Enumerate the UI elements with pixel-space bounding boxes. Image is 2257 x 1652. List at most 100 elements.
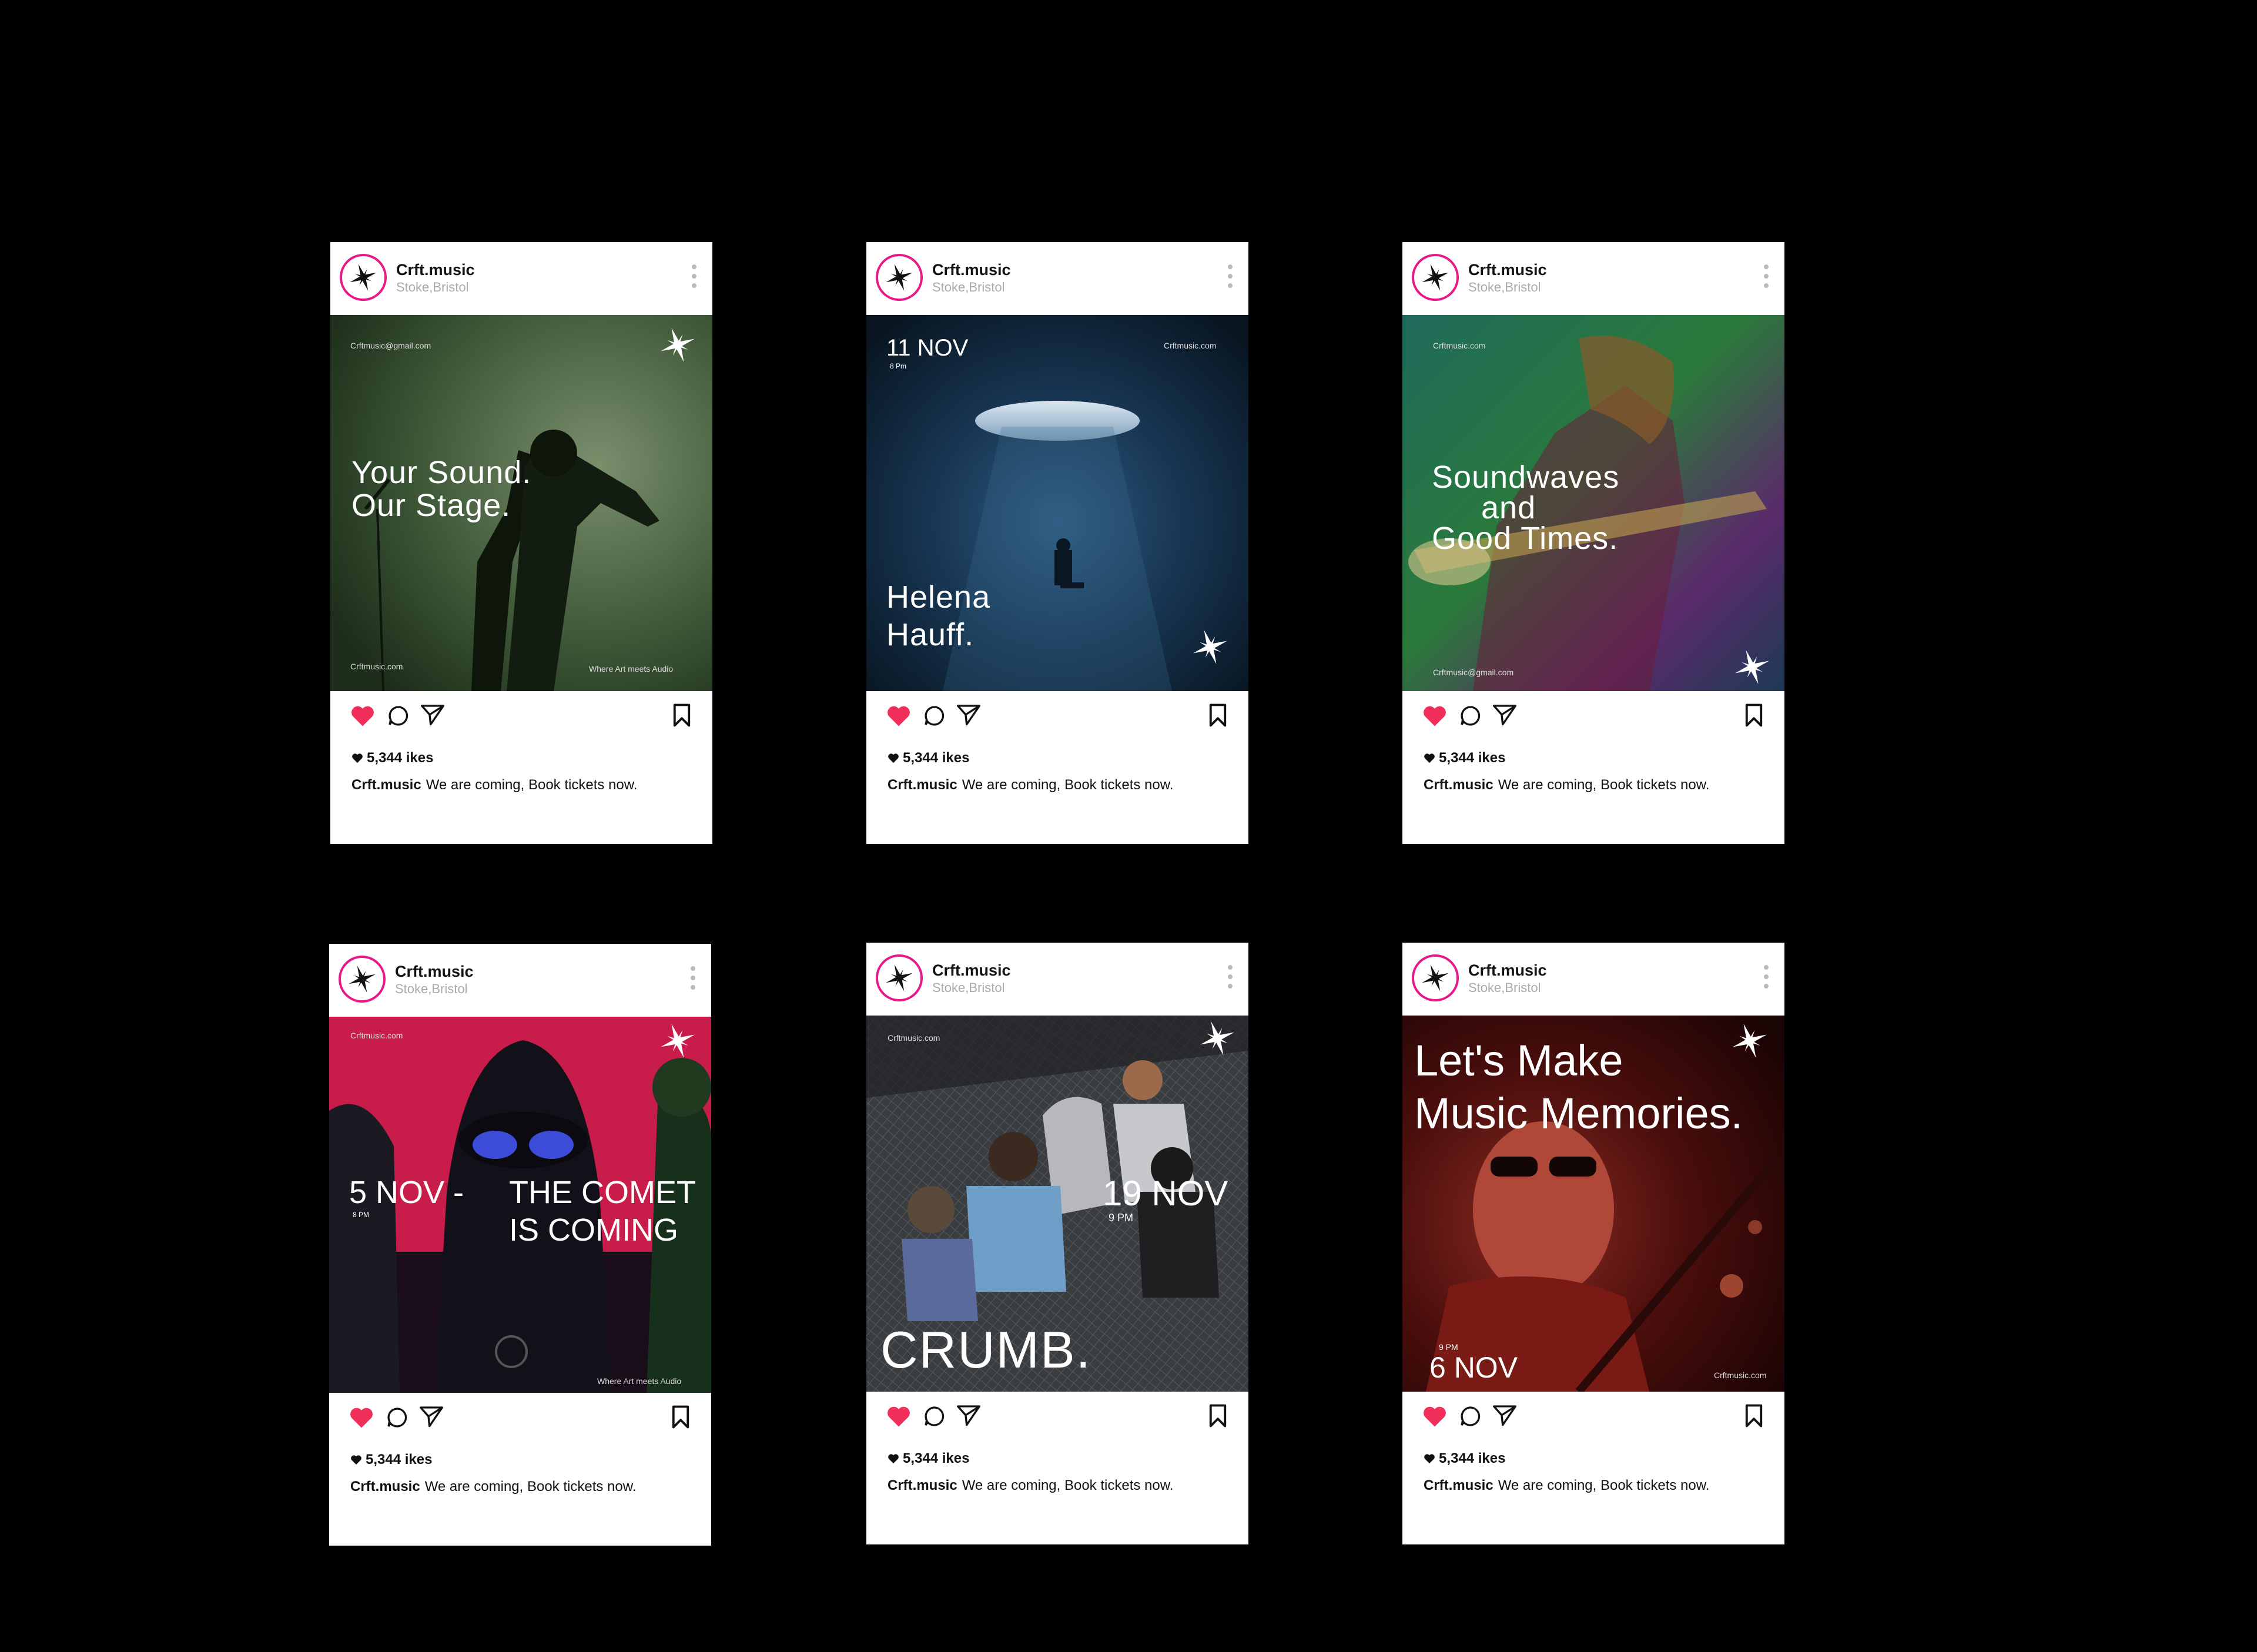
comment-icon[interactable] bbox=[923, 704, 946, 728]
account-name[interactable]: Crft.music bbox=[932, 261, 1011, 279]
post-caption: Crft.music We are coming, Book tickets no… bbox=[888, 1477, 1173, 1494]
caption-text: We are coming, Book tickets now. bbox=[962, 777, 1174, 793]
avatar[interactable] bbox=[876, 954, 923, 1001]
likes-count: 5,344 ikes bbox=[350, 1452, 432, 1468]
bookmark-icon[interactable] bbox=[1744, 703, 1763, 728]
event-time: 8 Pm bbox=[890, 362, 907, 370]
post-headline-line3: Good Times. bbox=[1432, 521, 1619, 556]
post-actions bbox=[1402, 1392, 1784, 1439]
more-options-icon[interactable] bbox=[690, 966, 696, 992]
post-actions bbox=[866, 1392, 1248, 1439]
more-options-icon[interactable] bbox=[1763, 264, 1769, 290]
post-headline-line2: and bbox=[1481, 490, 1536, 525]
post-image: 11 NOV 8 Pm Crftmusic.com Helena Hauff. bbox=[866, 315, 1248, 691]
caption-user[interactable]: Crft.music bbox=[1424, 777, 1493, 793]
caption-user[interactable]: Crft.music bbox=[350, 1479, 420, 1494]
heart-icon[interactable] bbox=[349, 1406, 374, 1429]
mini-heart-icon bbox=[888, 753, 899, 763]
caption-user[interactable]: Crft.music bbox=[1424, 1477, 1493, 1493]
send-icon[interactable] bbox=[956, 703, 982, 726]
star-logo-icon bbox=[1730, 1021, 1769, 1060]
likes-text: 5,344 ikes bbox=[1439, 750, 1506, 766]
post-card-4: Crft.music Stoke,Bristol Crftmusic.com 5… bbox=[329, 944, 711, 1546]
send-icon[interactable] bbox=[956, 1403, 982, 1427]
heart-icon[interactable] bbox=[350, 704, 375, 728]
send-icon[interactable] bbox=[1492, 703, 1518, 726]
bookmark-icon[interactable] bbox=[671, 1405, 690, 1429]
likes-text: 5,344 ikes bbox=[903, 750, 970, 766]
post-headline-line1: THE COMET bbox=[509, 1175, 696, 1210]
avatar[interactable] bbox=[876, 254, 923, 301]
send-icon[interactable] bbox=[418, 1405, 444, 1428]
likes-count: 5,344 ikes bbox=[351, 750, 433, 766]
heart-icon[interactable] bbox=[886, 704, 911, 728]
mini-heart-icon bbox=[888, 1454, 899, 1464]
bookmark-icon[interactable] bbox=[1208, 1403, 1227, 1428]
bookmark-icon[interactable] bbox=[672, 703, 691, 728]
post-headline-line1: Soundwaves bbox=[1432, 460, 1620, 495]
post-card-2: Crft.music Stoke,Bristol 11 NOV 8 Pm Crf… bbox=[866, 242, 1248, 844]
comment-icon[interactable] bbox=[386, 1406, 409, 1429]
post-headline-line1: Helena bbox=[886, 579, 991, 615]
account-name[interactable]: Crft.music bbox=[1468, 261, 1547, 279]
likes-count: 5,344 ikes bbox=[1424, 750, 1505, 766]
avatar[interactable] bbox=[1412, 254, 1459, 301]
site-text: Crftmusic.com bbox=[350, 1031, 403, 1040]
post-headline-line1: Your Sound. bbox=[351, 455, 532, 490]
caption-text: We are coming, Book tickets now. bbox=[1498, 1477, 1710, 1493]
account-name[interactable]: Crft.music bbox=[396, 261, 475, 279]
mini-heart-icon bbox=[1424, 1454, 1435, 1464]
bookmark-icon[interactable] bbox=[1208, 703, 1227, 728]
bookmark-icon[interactable] bbox=[1744, 1403, 1763, 1428]
more-options-icon[interactable] bbox=[691, 264, 697, 290]
post-caption: Crft.music We are coming, Book tickets no… bbox=[1424, 777, 1709, 793]
account-location: Stoke,Bristol bbox=[932, 280, 1005, 294]
post-image: Crftmusic.com 5 NOV - 8 PM THE COMET IS … bbox=[329, 1017, 711, 1393]
avatar[interactable] bbox=[339, 956, 386, 1003]
post-header: Crft.music Stoke,Bristol bbox=[1402, 242, 1784, 315]
event-time: 8 PM bbox=[353, 1211, 370, 1219]
post-headline-line2: Music Memories. bbox=[1414, 1089, 1743, 1138]
caption-text: We are coming, Book tickets now. bbox=[962, 1477, 1174, 1493]
post-header: Crft.music Stoke,Bristol bbox=[329, 944, 711, 1017]
account-location: Stoke,Bristol bbox=[396, 280, 469, 294]
send-icon[interactable] bbox=[1492, 1403, 1518, 1427]
more-options-icon[interactable] bbox=[1227, 264, 1233, 290]
event-time: 9 PM bbox=[1109, 1212, 1134, 1224]
caption-user[interactable]: Crft.music bbox=[351, 777, 421, 793]
comment-icon[interactable] bbox=[923, 1405, 946, 1428]
heart-icon[interactable] bbox=[1422, 1405, 1447, 1428]
post-image: Crftmusic.com 19 NOV 9 PM CRUMB. bbox=[866, 1016, 1248, 1392]
more-options-icon[interactable] bbox=[1763, 965, 1769, 991]
comment-icon[interactable] bbox=[387, 704, 410, 728]
account-location: Stoke,Bristol bbox=[932, 980, 1005, 995]
footer-tagline-text: Where Art meets Audio bbox=[597, 1376, 682, 1386]
likes-text: 5,344 ikes bbox=[903, 1450, 970, 1466]
account-name[interactable]: Crft.music bbox=[395, 963, 474, 981]
caption-user[interactable]: Crft.music bbox=[888, 777, 957, 793]
likes-count: 5,344 ikes bbox=[888, 750, 969, 766]
post-caption: Crft.music We are coming, Book tickets no… bbox=[351, 777, 637, 793]
account-name[interactable]: Crft.music bbox=[932, 961, 1011, 980]
avatar[interactable] bbox=[340, 254, 387, 301]
comment-icon[interactable] bbox=[1459, 1405, 1482, 1428]
more-options-icon[interactable] bbox=[1227, 965, 1233, 991]
account-name[interactable]: Crft.music bbox=[1468, 961, 1547, 980]
site-text: Crftmusic.com bbox=[888, 1033, 940, 1043]
avatar[interactable] bbox=[1412, 954, 1459, 1001]
heart-icon[interactable] bbox=[886, 1405, 911, 1428]
footer-tagline-text: Where Art meets Audio bbox=[589, 664, 674, 673]
star-logo-icon bbox=[884, 262, 915, 293]
comment-icon[interactable] bbox=[1459, 704, 1482, 728]
post-headline: CRUMB. bbox=[880, 1321, 1092, 1379]
account-location: Stoke,Bristol bbox=[395, 981, 468, 996]
heart-icon[interactable] bbox=[1422, 704, 1447, 728]
caption-user[interactable]: Crft.music bbox=[888, 1477, 957, 1493]
send-icon[interactable] bbox=[420, 703, 446, 726]
post-header: Crft.music Stoke,Bristol bbox=[866, 242, 1248, 315]
account-location: Stoke,Bristol bbox=[1468, 980, 1541, 995]
caption-text: We are coming, Book tickets now. bbox=[1498, 777, 1710, 793]
likes-count: 5,344 ikes bbox=[1424, 1450, 1505, 1467]
account-location: Stoke,Bristol bbox=[1468, 280, 1541, 294]
post-card-3: Crft.music Stoke,Bristol Crftmusic.com S… bbox=[1402, 242, 1784, 844]
